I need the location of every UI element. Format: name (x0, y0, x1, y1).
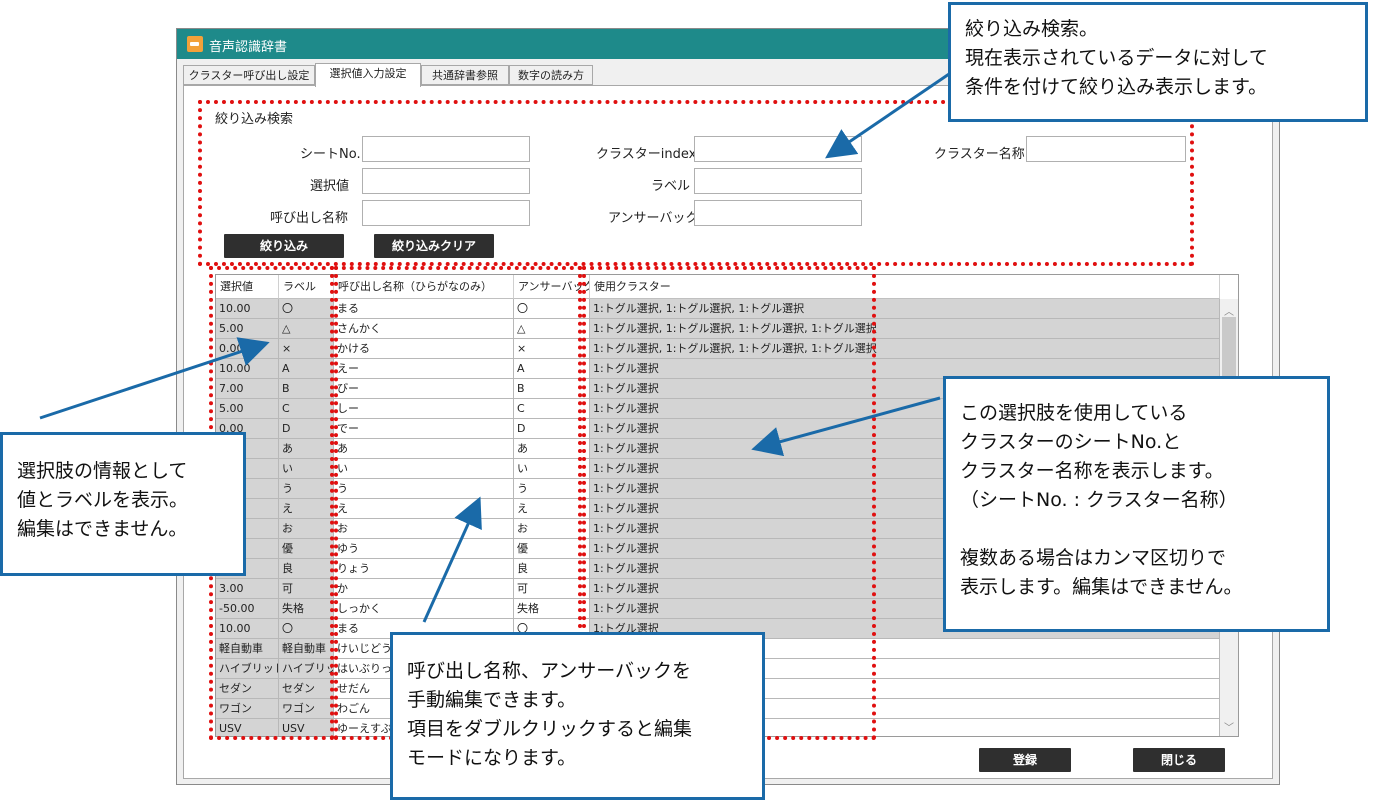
register-button[interactable]: 登録 (979, 748, 1071, 772)
callout-cluster-line: 表示します。編集はできません。 (960, 576, 1243, 598)
callout-cluster-line: クラスター名称を表示します。 (960, 460, 1224, 482)
callout-choice-line: 選択肢の情報として (17, 460, 188, 482)
callout-filter-line: 現在表示されているデータに対して (965, 47, 1268, 69)
callout-edit-line: モードになります。 (407, 747, 577, 769)
callout-used-cluster: この選択肢を使用している クラスターのシートNo.と クラスター名称を表示します… (943, 376, 1330, 632)
callout-choice-line: 値とラベルを表示。 (17, 489, 189, 511)
callout-filter-line: 絞り込み検索。 (965, 18, 1099, 40)
app-icon (187, 36, 203, 52)
tab-selection-value-input[interactable]: 選択値入力設定 (315, 63, 421, 87)
filter-highlight (198, 100, 1194, 266)
callout-edit-line: 項目をダブルクリックすると編集 (407, 718, 693, 740)
callout-cluster-spacer (960, 515, 1313, 544)
callout-cluster-line: クラスターのシートNo.と (960, 431, 1182, 453)
chevron-up-icon[interactable]: ︿ (1224, 303, 1234, 318)
window-title: 音声認識辞書 (209, 40, 288, 55)
close-button[interactable]: 閉じる (1133, 748, 1225, 772)
tab-number-reading[interactable]: 数字の読み方 (509, 65, 593, 85)
callout-edit-line: 手動編集できます。 (407, 689, 577, 711)
callout-cluster-line: この選択肢を使用している (960, 402, 1188, 424)
callout-filter-line: 条件を付けて絞り込み表示します。 (965, 76, 1268, 98)
callout-edit-line: 呼び出し名称、アンサーバックを (407, 660, 692, 682)
callout-choice-line: 編集はできません。 (17, 518, 188, 540)
callout-editable: 呼び出し名称、アンサーバックを 手動編集できます。 項目をダブルクリックすると編… (390, 632, 765, 800)
chevron-down-icon[interactable]: ﹀ (1224, 719, 1234, 734)
tab-common-dictionary[interactable]: 共通辞書参照 (421, 65, 509, 85)
callout-choice-info: 選択肢の情報として 値とラベルを表示。 編集はできません。 (0, 432, 246, 576)
callout-cluster-line: （シートNo. : クラスター名称） (960, 489, 1238, 511)
tab-cluster-call-settings[interactable]: クラスター呼び出し設定 (183, 65, 315, 85)
callout-filter: 絞り込み検索。 現在表示されているデータに対して 条件を付けて絞り込み表示します… (948, 2, 1368, 122)
callout-cluster-line: 複数ある場合はカンマ区切りで (960, 547, 1227, 569)
